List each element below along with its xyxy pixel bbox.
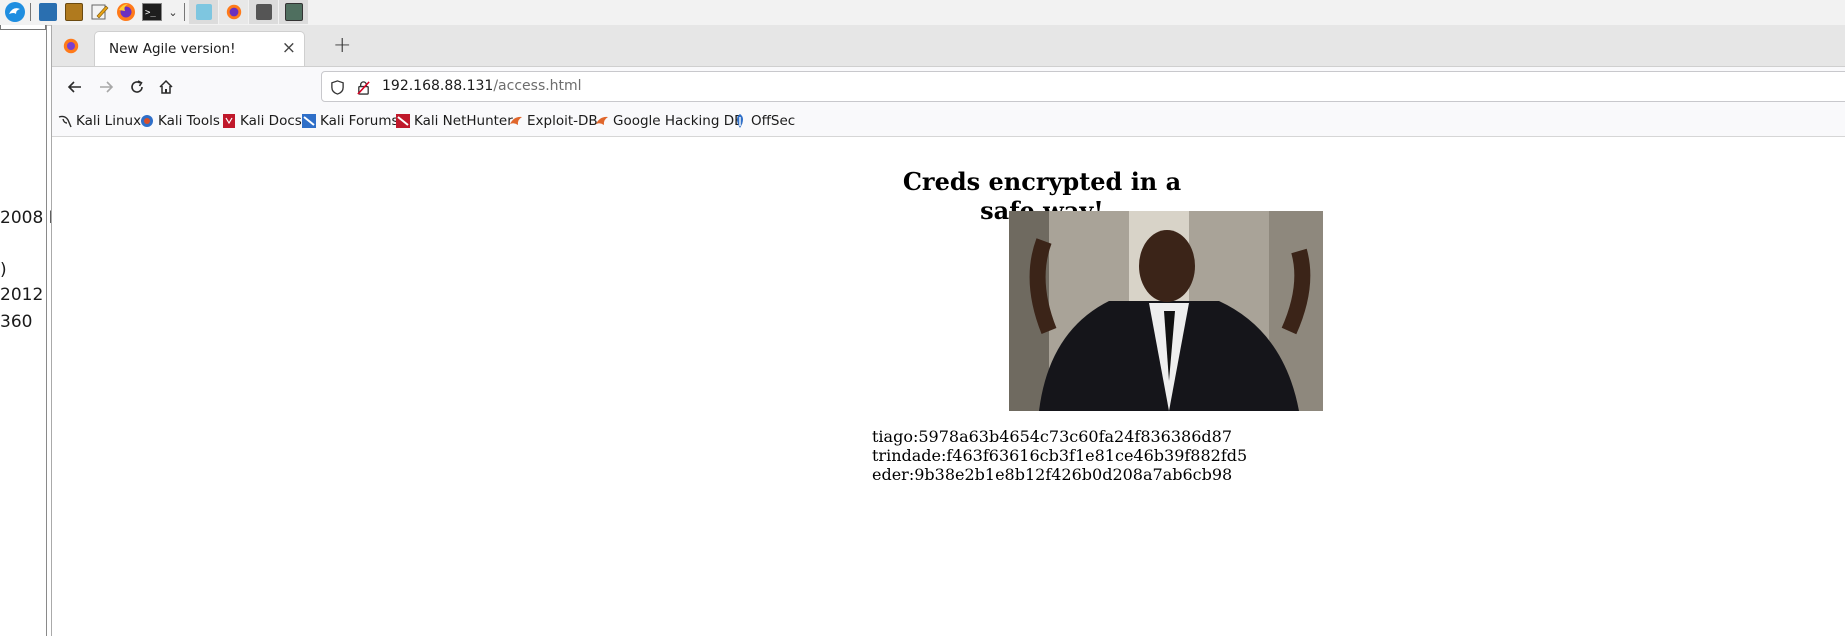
bookmark-offsec[interactable]: OffSec	[733, 113, 795, 129]
credentials-list: tiago:5978a63b4654c73c60fa24f836386d87 t…	[872, 427, 1248, 484]
credential-line: trindade:f463f63616cb3f1e81ce46b39f882fd…	[872, 446, 1248, 465]
kali-dragon-icon[interactable]	[3, 1, 27, 23]
page-content: Creds encrypted in a safe way! tiago:597…	[52, 137, 1845, 636]
bookmark-label: Kali Linux	[76, 113, 142, 129]
insecure-lock-icon[interactable]	[352, 76, 374, 98]
kali-tools-icon	[140, 114, 154, 128]
new-tab-button[interactable]: +	[333, 33, 351, 58]
bookmark-label: Google Hacking DB	[613, 113, 744, 129]
svg-text:>_: >_	[145, 8, 156, 18]
terminal-task-icon[interactable]	[249, 0, 278, 24]
kali-nethunter-icon	[396, 114, 410, 128]
background-text-line: 2012	[0, 285, 44, 305]
bookmark-label: Kali Forums	[320, 113, 399, 129]
firefox-task-icon[interactable]	[219, 0, 248, 24]
home-icon[interactable]	[155, 76, 177, 98]
bookmark-label: OffSec	[751, 113, 796, 129]
bookmark-label: Kali Docs	[240, 113, 302, 129]
firefox-icon[interactable]	[114, 1, 138, 23]
bookmarks-toolbar: Kali Linux Kali Tools Kali Docs Kali For…	[52, 108, 1845, 137]
url-path: /access.html	[493, 78, 582, 94]
kali-docs-icon	[222, 114, 236, 128]
kali-forums-icon	[302, 114, 316, 128]
background-window: 2008 I ) 2012 360	[0, 25, 54, 636]
navigation-toolbar: 192.168.88.131/access.html	[52, 67, 1845, 108]
bookmark-kali-linux[interactable]: Kali Linux	[58, 113, 141, 129]
bookmark-label: Kali NetHunter	[414, 113, 513, 129]
reload-icon[interactable]	[126, 76, 148, 98]
background-window-control	[0, 25, 46, 30]
offsec-icon	[733, 114, 747, 128]
tab-title: New Agile version!	[109, 41, 236, 57]
credential-line: eder:9b38e2b1e8b12f426b0d208a7ab6cb98	[872, 465, 1233, 484]
kali-dragon-icon	[58, 114, 72, 128]
url-bar[interactable]: 192.168.88.131/access.html	[321, 71, 1845, 102]
shield-icon[interactable]	[326, 76, 348, 98]
taskbar-separator	[184, 3, 185, 21]
window-border	[46, 25, 47, 636]
background-text-line: 360	[0, 312, 33, 332]
credential-line: tiago:5978a63b4654c73c60fa24f836386d87	[872, 427, 1232, 446]
bookmark-google-hacking-db[interactable]: Google Hacking DB	[595, 113, 743, 129]
bookmark-kali-forums[interactable]: Kali Forums	[302, 113, 399, 129]
close-icon[interactable]: ×	[282, 38, 296, 58]
meme-photo	[1009, 211, 1323, 411]
bookmark-label: Exploit-DB	[527, 113, 598, 129]
tab-active[interactable]: New Agile version! ×	[94, 31, 305, 66]
url-text[interactable]: 192.168.88.131/access.html	[382, 78, 582, 94]
network-task-icon[interactable]	[279, 0, 308, 24]
back-arrow-icon[interactable]	[64, 76, 86, 98]
terminal-icon[interactable]: >_	[140, 1, 164, 23]
bookmark-kali-nethunter[interactable]: Kali NetHunter	[396, 113, 513, 129]
bookmark-exploit-db[interactable]: Exploit-DB	[509, 113, 598, 129]
background-text-line: )	[0, 260, 7, 280]
exploit-db-icon	[595, 114, 609, 128]
chevron-down-icon[interactable]: ⌄	[166, 1, 180, 23]
bookmark-kali-tools[interactable]: Kali Tools	[140, 113, 220, 129]
url-host: 192.168.88.131	[382, 78, 494, 94]
taskbar-separator	[30, 3, 31, 21]
bookmark-label: Kali Tools	[158, 113, 220, 129]
firefox-window: New Agile version! × + 192.168.88.131/ac…	[52, 25, 1845, 636]
firefox-view-icon[interactable]	[60, 35, 82, 57]
archive-icon[interactable]	[62, 1, 86, 23]
taskbar: >_ ⌄	[0, 0, 1845, 26]
forward-arrow-icon[interactable]	[95, 76, 117, 98]
tab-bar: New Agile version! × +	[52, 25, 1845, 67]
files-icon[interactable]	[36, 1, 60, 23]
text-editor-icon[interactable]	[88, 1, 112, 23]
exploit-db-icon	[509, 114, 523, 128]
workspace-1-icon[interactable]	[189, 0, 218, 24]
bookmark-kali-docs[interactable]: Kali Docs	[222, 113, 302, 129]
